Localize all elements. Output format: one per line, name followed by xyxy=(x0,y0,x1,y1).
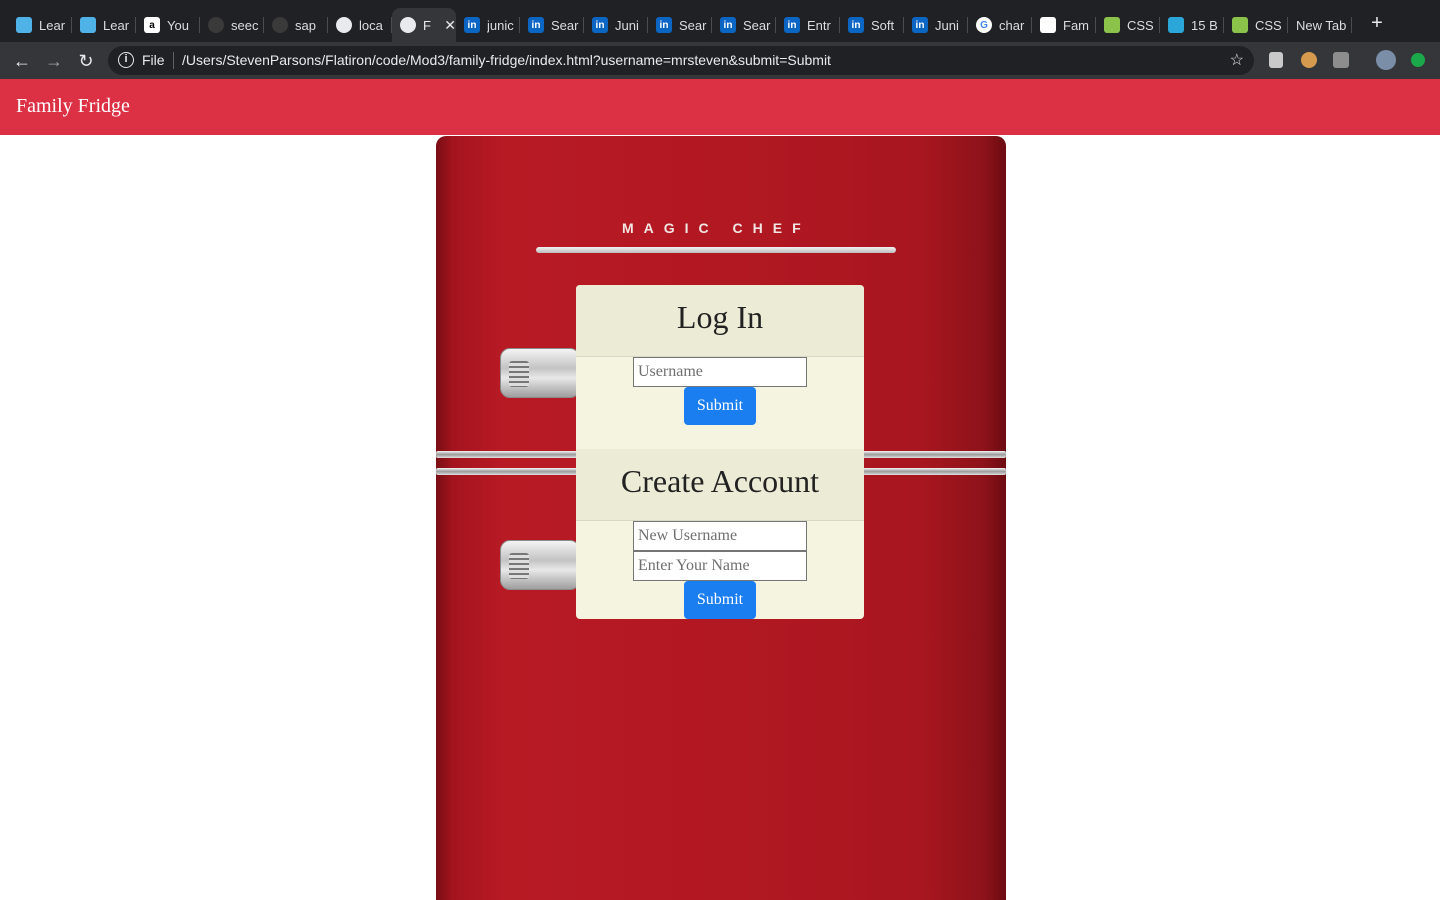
bookmark-star-icon[interactable]: ☆ xyxy=(1230,50,1244,70)
app-brand[interactable]: Family Fridge xyxy=(16,95,130,118)
linkedin-icon: in xyxy=(848,17,864,33)
browser-tab[interactable]: in Juni xyxy=(904,8,968,42)
tab-title: seec xyxy=(231,17,259,33)
browser-tab[interactable]: in Juni xyxy=(584,8,648,42)
browser-tab[interactable]: Fam xyxy=(1032,8,1096,42)
browser-tab[interactable]: in Sear xyxy=(648,8,712,42)
login-submit-button[interactable]: Submit xyxy=(684,387,756,425)
css-tricks-icon xyxy=(1104,17,1120,33)
fridge-handle xyxy=(500,540,580,590)
tab-title: Sear xyxy=(551,17,579,33)
info-icon[interactable]: i xyxy=(118,52,134,68)
auth-card: Log In Submit Create Account Submit xyxy=(576,285,864,619)
browser-tab[interactable]: CSS xyxy=(1224,8,1288,42)
login-heading: Log In xyxy=(576,285,864,357)
tab-title: New Tab xyxy=(1296,17,1347,33)
username-input[interactable] xyxy=(633,357,807,387)
google-icon: G xyxy=(976,17,992,33)
linkedin-icon: in xyxy=(528,17,544,33)
browser-tab[interactable]: Gchar xyxy=(968,8,1032,42)
back-arrow-icon[interactable]: ← xyxy=(10,49,34,73)
globe-icon xyxy=(400,17,416,33)
browser-tab[interactable]: loca xyxy=(328,8,392,42)
lightning-icon xyxy=(16,17,32,33)
tab-title: sap xyxy=(295,17,316,33)
browser-tab[interactable]: in Sear xyxy=(520,8,584,42)
tab-title: Fam xyxy=(1063,17,1089,33)
trello-icon xyxy=(1040,17,1056,33)
tab-title: F xyxy=(423,17,431,33)
browser-tab[interactable]: sap xyxy=(264,8,328,42)
tab-list: Lear Lear a You seec sap loca F ✕ in junic in Sear in… xyxy=(8,8,1352,42)
reload-icon[interactable]: ↻ xyxy=(74,49,98,73)
create-account-form: Submit xyxy=(576,521,864,619)
browser-tab[interactable]: in junic xyxy=(456,8,520,42)
browser-tab[interactable]: seec xyxy=(200,8,264,42)
file-scheme-label: File xyxy=(142,52,165,68)
forward-arrow-icon[interactable]: → xyxy=(42,49,66,73)
fridge-trim xyxy=(536,247,896,253)
tab-title: junic xyxy=(487,17,514,33)
url-text[interactable]: /Users/StevenParsons/Flatiron/code/Mod3/… xyxy=(182,52,831,68)
tab-title: loca xyxy=(359,17,383,33)
linkedin-icon: in xyxy=(464,17,480,33)
browser-tab[interactable]: New Tab xyxy=(1288,8,1352,42)
browser-tab[interactable]: Lear xyxy=(8,8,72,42)
globe-icon xyxy=(336,17,352,33)
linkedin-icon: in xyxy=(656,17,672,33)
tab-title: Sear xyxy=(679,17,707,33)
login-form: Submit xyxy=(576,357,864,449)
linkedin-icon: in xyxy=(912,17,928,33)
update-arrow-icon[interactable] xyxy=(1411,53,1425,67)
close-tab-icon[interactable]: ✕ xyxy=(444,17,456,34)
tab-title: 15 B xyxy=(1191,17,1218,33)
address-bar[interactable]: i File /Users/StevenParsons/Flatiron/cod… xyxy=(108,46,1254,75)
tab-title: You xyxy=(167,17,189,33)
browser-tab[interactable]: a You xyxy=(136,8,200,42)
cookie-extension-icon[interactable] xyxy=(1301,52,1317,68)
css-tricks-icon xyxy=(1232,17,1248,33)
tab-title: Lear xyxy=(39,17,66,33)
tab-title: char xyxy=(999,17,1025,33)
browser-tab[interactable]: in Entr xyxy=(776,8,840,42)
name-input[interactable] xyxy=(633,551,807,581)
amazon-icon: a xyxy=(144,17,160,33)
linkedin-icon: in xyxy=(592,17,608,33)
browser-tab-strip: Lear Lear a You seec sap loca F ✕ in junic in Sear in… xyxy=(0,0,1440,42)
create-account-heading: Create Account xyxy=(576,449,864,521)
tab-title: Lear xyxy=(103,17,130,33)
tab-title: Juni xyxy=(935,17,959,33)
profile-avatar[interactable] xyxy=(1376,50,1396,70)
browser-tab[interactable]: in Soft xyxy=(840,8,904,42)
new-tab-plus-icon[interactable]: + xyxy=(1366,12,1388,34)
tab-title: CSS xyxy=(1255,17,1282,33)
freezer-handle xyxy=(500,348,580,398)
create-submit-button[interactable]: Submit xyxy=(684,581,756,619)
github-icon xyxy=(272,17,288,33)
tab-title: Juni xyxy=(615,17,639,33)
shield-icon xyxy=(1168,17,1184,33)
app-navbar: Family Fridge xyxy=(0,79,1440,135)
tab-title: Soft xyxy=(871,17,895,33)
fridge-brand-logo: MAGIC CHEF xyxy=(622,220,811,236)
browser-toolbar: ← → ↻ i File /Users/StevenParsons/Flatir… xyxy=(0,42,1440,79)
browser-tab[interactable]: 15 B xyxy=(1160,8,1224,42)
tab-title: Sear xyxy=(743,17,771,33)
linkedin-icon: in xyxy=(720,17,736,33)
document-extension-icon[interactable] xyxy=(1269,52,1283,68)
linkedin-icon: in xyxy=(784,17,800,33)
omnibox-divider xyxy=(173,52,174,69)
tab-separator xyxy=(1351,17,1352,33)
github-icon xyxy=(208,17,224,33)
browser-tab[interactable]: Lear xyxy=(72,8,136,42)
tab-title: Entr xyxy=(807,17,831,33)
browser-tab[interactable]: CSS xyxy=(1096,8,1160,42)
puzzle-extension-icon[interactable] xyxy=(1333,52,1349,68)
lightning-icon xyxy=(80,17,96,33)
new-username-input[interactable] xyxy=(633,521,807,551)
browser-tab[interactable]: in Sear xyxy=(712,8,776,42)
tab-title: CSS xyxy=(1127,17,1154,33)
browser-tab[interactable]: F ✕ xyxy=(392,8,456,42)
